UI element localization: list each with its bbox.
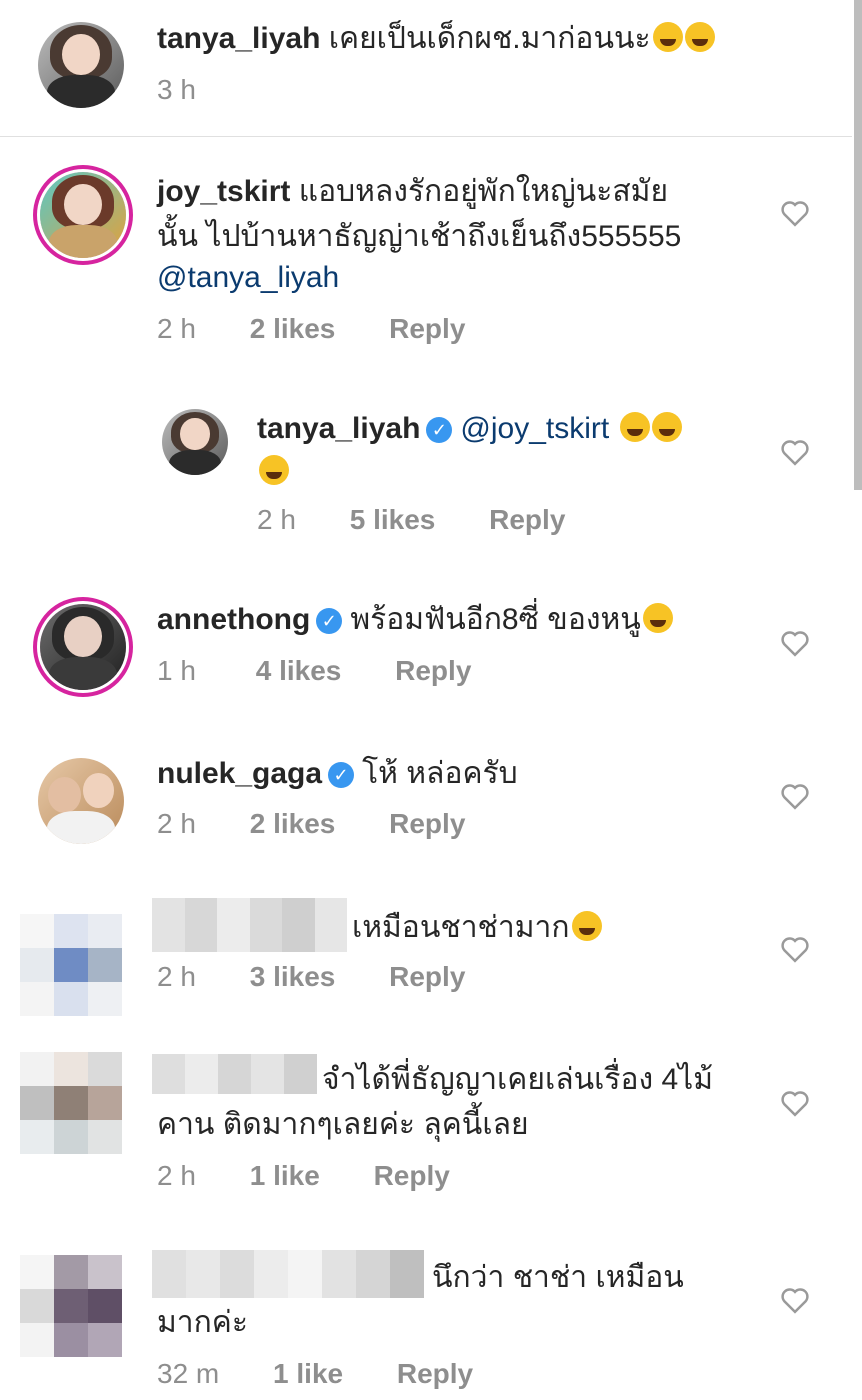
username[interactable]: tanya_liyah [257,412,420,445]
blurred-username [152,898,347,952]
heart-outline-icon[interactable] [780,438,810,466]
rolling-laughing-emoji-icon [619,412,650,442]
comment-1-meta: 2 h 2 likes Reply [157,311,465,347]
rolling-laughing-emoji-icon [652,22,683,52]
comment-body: โห้ หล่อครับ [362,757,518,790]
username[interactable]: nulek_gaga [157,757,322,790]
comment-6-line1: จำได้พี่ธัญญาเคยเล่นเรื่อง 4ไม้ [322,1063,714,1096]
likes-count[interactable]: 3 likes [250,961,336,992]
blurred-username [152,1250,424,1298]
comment-body: แอบหลงรักอยู่พักใหญ่นะสมัย [298,175,669,208]
comment-body: เคยเป็นเด็กผช.มาก่อนนะ [328,22,651,55]
likes-count[interactable]: 2 likes [250,808,336,839]
comment-7-line1: นึกว่า ชาช่า เหมือน [432,1261,684,1294]
mention-link[interactable]: @joy_tskirt [460,412,609,445]
reply-button[interactable]: Reply [389,313,465,344]
comment-2-meta: 2 h 5 likes Reply [257,502,565,538]
scrollbar[interactable] [854,0,862,490]
blurred-avatar[interactable] [20,914,122,1016]
comment-7-meta: 32 m 1 like Reply [157,1356,473,1392]
comment-4-line1: nulek_gaga ✓ โห้ หล่อครับ [157,752,518,796]
comment-2-line1: tanya_liyah ✓ @joy_tskirt [257,407,682,451]
heart-outline-icon[interactable] [780,1286,810,1314]
comment-7-line2: มากค่ะ [157,1306,248,1339]
comment-2-line2 [257,450,289,494]
username[interactable]: annethong [157,603,310,636]
heart-outline-icon[interactable] [780,629,810,657]
avatar-nulek-gaga[interactable] [38,758,124,844]
rolling-laughing-emoji-icon [684,22,715,52]
time: 2 h [257,504,296,535]
comment-3-line1: annethong ✓ พร้อมฟันอีก8ซี่ ของหนู [157,598,673,642]
verified-badge-icon: ✓ [328,762,355,788]
comment-5-meta: 2 h 3 likes Reply [157,959,465,995]
time: 2 h [157,961,196,992]
comment-3-meta: 1 h 4 likes Reply [157,653,471,689]
heart-outline-icon[interactable] [780,782,810,810]
time: 32 m [157,1358,220,1389]
grinning-emoji-icon [571,911,602,941]
comment-6-line2: คาน ติดมากๆเลยค่ะ ลุคนี้เลย [157,1108,529,1141]
reply-button[interactable]: Reply [389,961,465,992]
username[interactable]: tanya_liyah [157,22,320,55]
likes-count[interactable]: 1 like [273,1358,343,1389]
comment-1-line1: joy_tskirt แอบหลงรักอยู่พักใหญ่นะสมัย [157,170,668,214]
tears-of-joy-emoji-icon [642,603,673,633]
time: 2 h [157,313,196,344]
mention-link[interactable]: @tanya_liyah [157,256,339,300]
comment-0-time: 3 h [157,74,196,105]
heart-outline-icon[interactable] [780,935,810,963]
verified-badge-icon: ✓ [316,608,343,634]
comment-5-line1: เหมือนชาช่ามาก [352,906,602,950]
rolling-laughing-emoji-icon [259,455,289,485]
reply-button[interactable]: Reply [397,1358,473,1389]
reply-button[interactable]: Reply [489,504,565,535]
heart-outline-icon[interactable] [780,199,810,227]
avatar-joy-tskirt[interactable] [40,172,126,258]
verified-badge-icon: ✓ [426,417,453,443]
likes-count[interactable]: 4 likes [256,655,342,686]
divider [0,136,852,137]
blurred-username [152,1054,317,1094]
time: 2 h [157,808,196,839]
time: 1 h [157,655,196,686]
username[interactable]: joy_tskirt [157,175,290,208]
time: 2 h [157,1160,196,1191]
avatar-tanya-liyah[interactable] [38,22,124,108]
likes-count[interactable]: 1 like [250,1160,320,1191]
comment-body: พร้อมฟันอีก8ซี่ ของหนู [350,603,641,636]
reply-button[interactable]: Reply [389,808,465,839]
comment-6-meta: 2 h 1 like Reply [157,1158,450,1194]
avatar-annethong[interactable] [40,604,126,690]
blurred-avatar[interactable] [20,1052,122,1154]
comment-0-text: tanya_liyah เคยเป็นเด็กผช.มาก่อนนะ [157,17,715,61]
likes-count[interactable]: 5 likes [350,504,436,535]
comment-body: เหมือนชาช่ามาก [352,911,570,944]
reply-button[interactable]: Reply [374,1160,450,1191]
comment-4-meta: 2 h 2 likes Reply [157,806,465,842]
heart-outline-icon[interactable] [780,1089,810,1117]
likes-count[interactable]: 2 likes [250,313,336,344]
avatar-tanya-liyah[interactable] [162,409,228,475]
comment-1-line2: นั้น ไปบ้านหาธัญญ่าเช้าถึงเย็นถึง555555 [157,220,682,253]
rolling-laughing-emoji-icon [651,412,682,442]
reply-button[interactable]: Reply [395,655,471,686]
blurred-avatar[interactable] [20,1255,122,1357]
